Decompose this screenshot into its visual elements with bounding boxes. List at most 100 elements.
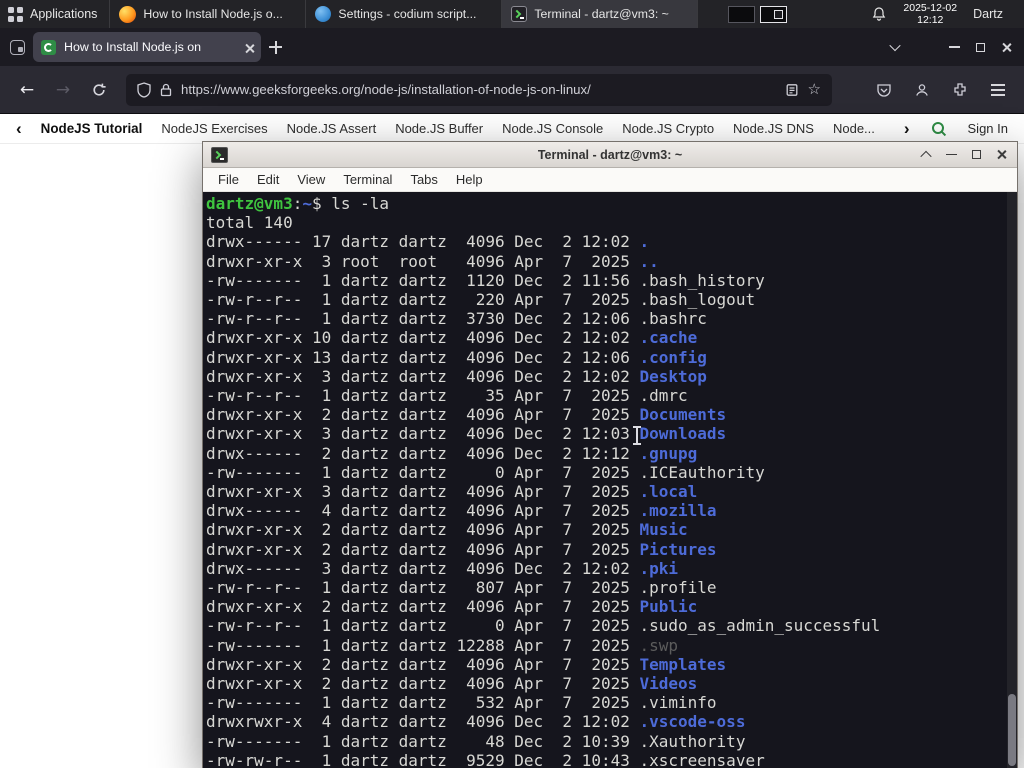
file-meta: drwxr-xr-x 2 dartz dartz 4096 Apr 7 2025 xyxy=(206,674,640,694)
sign-in-button[interactable]: Sign In xyxy=(968,121,1008,136)
close-icon xyxy=(244,43,253,52)
applications-menu-button[interactable]: Applications xyxy=(0,0,111,28)
workspace-switcher[interactable] xyxy=(728,5,788,23)
menu-edit[interactable]: Edit xyxy=(248,170,288,189)
terminal-line: drwxr-xr-x 3 dartz dartz 4096 Dec 2 12:0… xyxy=(206,367,1001,386)
subnav-link[interactable]: Node.JS Assert xyxy=(287,121,377,136)
url-bar[interactable]: https://www.geeksforgeeks.org/node-js/in… xyxy=(126,73,832,106)
reader-mode-icon[interactable] xyxy=(785,83,799,97)
file-meta: drwxr-xr-x 13 dartz dartz 4096 Dec 2 12:… xyxy=(206,347,640,367)
notification-bell-icon[interactable] xyxy=(871,6,887,22)
subnav-link-active[interactable]: NodeJS Tutorial xyxy=(41,121,143,136)
tab-close-button[interactable] xyxy=(244,43,253,52)
tab-title: How to Install Node.js on xyxy=(64,40,202,54)
file-name: Documents xyxy=(639,405,727,425)
extensions-icon[interactable] xyxy=(946,76,974,104)
menu-help[interactable]: Help xyxy=(447,170,492,189)
terminal-scrollbar[interactable] xyxy=(1007,192,1017,768)
firefox-view-icon[interactable] xyxy=(10,39,25,55)
subnav-link[interactable]: Node.JS Buffer xyxy=(395,121,483,136)
file-name: .ICEauthority xyxy=(639,462,765,482)
taskbar-item-terminal[interactable]: Terminal - dartz@vm3: ~ xyxy=(502,0,699,28)
file-meta: drwx------ 2 dartz dartz 4096 Dec 2 12:1… xyxy=(206,443,640,463)
file-meta: drwxr-xr-x 2 dartz dartz 4096 Apr 7 2025 xyxy=(206,654,640,674)
terminal-line: drwxr-xr-x 13 dartz dartz 4096 Dec 2 12:… xyxy=(206,348,1001,367)
url-text[interactable]: https://www.geeksforgeeks.org/node-js/in… xyxy=(181,82,776,97)
terminal-titlebar[interactable]: Terminal - dartz@vm3: ~ xyxy=(203,142,1017,168)
file-name: .bash_history xyxy=(639,270,765,290)
window-maximize-button[interactable] xyxy=(976,42,985,52)
file-meta: -rw------- 1 dartz dartz 1120 Dec 2 11:5… xyxy=(206,270,640,290)
new-tab-button[interactable] xyxy=(269,40,282,54)
file-meta: drwxr-xr-x 2 dartz dartz 4096 Apr 7 2025 xyxy=(206,539,640,559)
account-icon[interactable] xyxy=(908,76,936,104)
terminal-body[interactable]: dartz@vm3:~$ ls -la total 140 drwx------… xyxy=(203,192,1017,768)
chevron-down-icon xyxy=(889,39,901,52)
terminal-window-title: Terminal - dartz@vm3: ~ xyxy=(537,147,683,162)
panel-user-label[interactable]: Dartz xyxy=(973,7,1003,21)
terminal-scrollbar-thumb[interactable] xyxy=(1008,694,1016,766)
file-name: .config xyxy=(639,347,707,367)
file-meta: drwxr-xr-x 3 dartz dartz 4096 Dec 2 12:0… xyxy=(206,424,640,444)
lock-icon[interactable] xyxy=(160,83,172,97)
terminal-line: drwxr-xr-x 3 root root 4096 Apr 7 2025 .… xyxy=(206,252,1001,271)
prompt-user-host: dartz@vm3 xyxy=(206,194,293,213)
terminal-close-button[interactable] xyxy=(993,147,1009,163)
chevron-up-icon xyxy=(920,150,932,162)
taskbar-item-firefox[interactable]: How to Install Node.js o... xyxy=(110,0,307,28)
file-name: .gnupg xyxy=(639,443,698,463)
subnav-right: › Sign In xyxy=(904,120,1008,138)
menu-file[interactable]: File xyxy=(209,170,248,189)
subnav-link[interactable]: Node.JS Crypto xyxy=(622,121,714,136)
terminal-shade-button[interactable] xyxy=(918,147,934,163)
terminal-line: -rw-r--r-- 1 dartz dartz 220 Apr 7 2025 … xyxy=(206,290,1001,309)
window-minimize-button[interactable] xyxy=(949,46,960,48)
pocket-icon[interactable] xyxy=(870,76,898,104)
subnav-link[interactable]: Node.JS Console xyxy=(502,121,603,136)
menu-hamburger-icon[interactable] xyxy=(984,76,1012,104)
menu-tabs[interactable]: Tabs xyxy=(401,170,446,189)
terminal-minimize-button[interactable] xyxy=(943,147,959,163)
file-name: . xyxy=(639,232,650,252)
browser-toolbar: ← → https://www.geeksforgeeks.org/node-j… xyxy=(0,66,1024,114)
forward-button[interactable]: → xyxy=(48,75,78,105)
close-icon xyxy=(1001,42,1012,53)
subnav-link[interactable]: NodeJS Exercises xyxy=(161,121,267,136)
terminal-maximize-button[interactable] xyxy=(968,147,984,163)
subnav-link[interactable]: Node... xyxy=(833,121,875,136)
subnav-link[interactable]: Node.JS DNS xyxy=(733,121,814,136)
workspace-2[interactable] xyxy=(760,5,788,23)
file-meta: drwx------ 3 dartz dartz 4096 Dec 2 12:0… xyxy=(206,558,640,578)
browser-tab-active[interactable]: How to Install Node.js on xyxy=(33,32,261,62)
file-meta: drwxr-xr-x 3 dartz dartz 4096 Apr 7 2025 xyxy=(206,482,640,502)
terminal-prompt-line: dartz@vm3:~$ ls -la xyxy=(206,194,1001,213)
reload-button[interactable] xyxy=(84,75,114,105)
file-name: Pictures xyxy=(639,539,717,559)
prompt-dollar: $ xyxy=(311,194,332,213)
subnav-scroll-left[interactable]: ‹ xyxy=(16,120,22,137)
file-name: .swp xyxy=(639,635,679,655)
menu-terminal[interactable]: Terminal xyxy=(334,170,401,189)
menu-view[interactable]: View xyxy=(288,170,334,189)
file-meta: drwxrwxr-x 4 dartz dartz 4096 Dec 2 12:0… xyxy=(206,712,640,732)
shield-icon[interactable] xyxy=(137,81,151,98)
toolbar-right-icons xyxy=(870,76,1012,104)
taskbar-item-codium[interactable]: Settings - codium script... xyxy=(306,0,503,28)
terminal-line: drwxrwxr-x 4 dartz dartz 4096 Dec 2 12:0… xyxy=(206,712,1001,731)
window-close-button[interactable] xyxy=(1001,42,1012,53)
terminal-line: -rw------- 1 dartz dartz 48 Dec 2 10:39 … xyxy=(206,732,1001,751)
file-meta: drwxr-xr-x 2 dartz dartz 4096 Apr 7 2025 xyxy=(206,520,640,540)
file-name: .profile xyxy=(639,578,717,598)
back-button[interactable]: ← xyxy=(12,75,42,105)
minimize-icon xyxy=(949,46,960,48)
subnav-scroll-right[interactable]: › xyxy=(904,120,910,137)
workspace-1[interactable] xyxy=(728,5,756,23)
terminal-line: drwxr-xr-x 2 dartz dartz 4096 Apr 7 2025… xyxy=(206,655,1001,674)
file-meta: drwx------ 17 dartz dartz 4096 Dec 2 12:… xyxy=(206,232,640,252)
bookmark-star-icon[interactable]: ☆ xyxy=(808,82,821,97)
workspace-window-outline xyxy=(774,9,784,19)
list-all-tabs-button[interactable] xyxy=(889,39,901,52)
clock-date: 2025-12-02 xyxy=(903,2,958,14)
panel-clock[interactable]: 2025-12-02 12:12 xyxy=(903,2,957,26)
search-icon[interactable] xyxy=(930,120,948,138)
